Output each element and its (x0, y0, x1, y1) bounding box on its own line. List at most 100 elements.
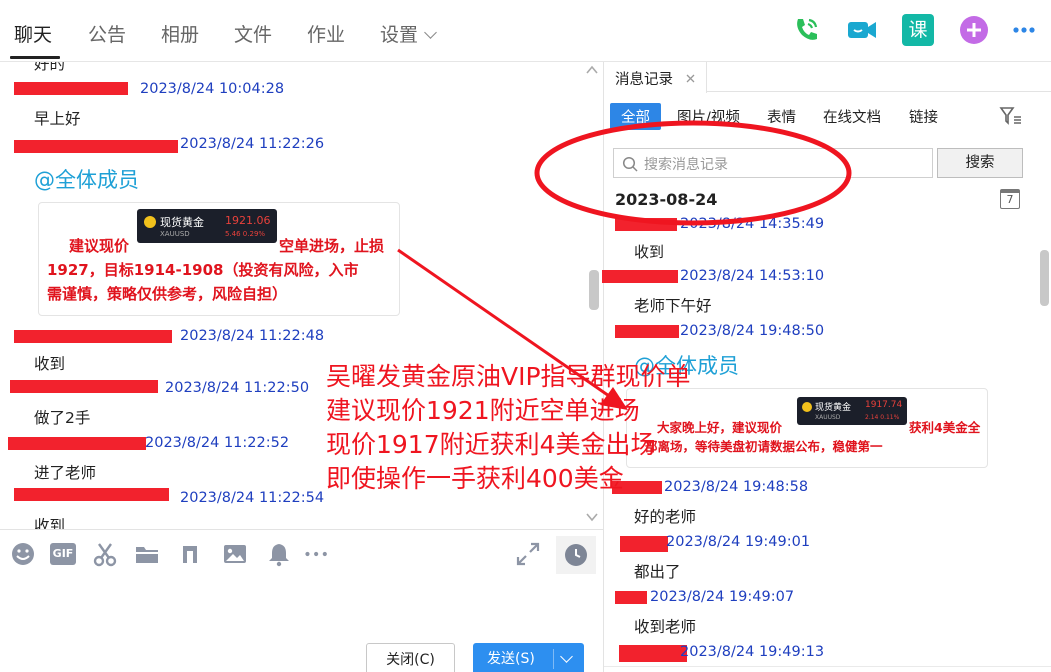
history-message-text: 收到老师 (634, 618, 697, 636)
more-dots-icon[interactable] (304, 541, 330, 567)
filter-tab-links[interactable]: 链接 (909, 106, 938, 127)
image-text-line3: 需谨慎，策略仅供参考，风险自担） (47, 285, 288, 303)
history-tab[interactable]: 消息记录 (604, 62, 707, 93)
gold-ticker-widget: 现货黄金 XAUUSD 1921.06 5.46 0.29% (137, 209, 277, 243)
history-timestamp: 2023/8/24 19:49:07 (650, 589, 795, 605)
redacted-sender (619, 645, 687, 662)
image-text-line2: 部离场，等待美盘初请数据公布，稳健第一 (645, 439, 883, 454)
tab-settings[interactable]: 设置 (380, 20, 437, 47)
tab-homework[interactable]: 作业 (307, 20, 345, 47)
history-timestamp: 2023/8/24 19:48:50 (680, 323, 825, 339)
chat-scroll-thumb[interactable] (589, 270, 599, 310)
send-split-divider (553, 649, 554, 669)
message-timestamp: 2023/8/24 11:22:26 (180, 136, 325, 152)
image-text-line1: 获利4美金全 (909, 420, 981, 435)
search-input[interactable]: 搜索消息记录 (613, 148, 933, 178)
annotation-line-2: 建议现价1921附近空单进场 (326, 396, 640, 425)
image-text-lead: 建议现价 (69, 237, 130, 255)
send-button[interactable]: 发送(S) (473, 643, 584, 672)
filter-icon[interactable] (999, 106, 1023, 126)
history-message-text: 收到 (634, 243, 665, 261)
top-tab-bar: 聊天 公告 相册 文件 作业 设置 课 (0, 0, 1051, 62)
chat-message-text: 进了老师 (34, 464, 97, 482)
history-timestamp: 2023/8/24 19:49:01 (666, 534, 811, 550)
tab-announcement[interactable]: 公告 (88, 20, 126, 47)
redacted-sender (14, 488, 169, 501)
ticker-code: XAUUSD (815, 414, 841, 421)
annotation-line-3: 现价1917附近获利4美金出场 (326, 430, 656, 459)
calendar-icon[interactable]: 7 (1000, 189, 1020, 209)
annotation-line-1: 吴曜发黄金原油VIP指导群现价单 (326, 362, 691, 391)
gold-coin-icon (144, 216, 156, 228)
clock-icon (565, 544, 587, 566)
more-icon[interactable] (1010, 14, 1042, 46)
history-message-text: 好的老师 (634, 508, 697, 526)
filter-tab-media[interactable]: 图片/视频 (677, 106, 740, 127)
redacted-sender (14, 82, 128, 95)
history-toggle-button[interactable] (556, 536, 596, 574)
folder-icon[interactable] (134, 541, 160, 567)
search-placeholder: 搜索消息记录 (644, 157, 728, 173)
emoji-icon[interactable] (10, 541, 36, 567)
scissors-icon[interactable] (92, 541, 118, 567)
phone-icon[interactable] (790, 14, 822, 46)
message-timestamp: 2023/8/24 11:22:50 (165, 380, 310, 396)
message-timestamp: 2023/8/24 11:22:48 (180, 328, 325, 344)
chevron-down-icon (424, 26, 437, 39)
redacted-sender (615, 591, 647, 604)
chat-message-text: 收到 (34, 517, 66, 529)
message-timestamp: 2023/8/24 10:04:28 (140, 81, 285, 97)
filter-tab-all[interactable]: 全部 (610, 103, 661, 130)
image-message[interactable]: 现货黄金 XAUUSD 1921.06 5.46 0.29% 建议现价 空单进场… (38, 202, 400, 316)
image-text-line1: 空单进场，止损 (279, 237, 385, 255)
image-message[interactable]: 现货黄金 XAUUSD 1917.74 2.14 0.11% 大家晚上好，建议现… (626, 388, 988, 468)
course-icon[interactable]: 课 (902, 14, 934, 46)
image-icon[interactable] (222, 541, 248, 567)
active-tab-indicator (10, 56, 60, 59)
history-message-text: 老师下午好 (634, 297, 712, 315)
expand-icon[interactable] (515, 541, 541, 567)
history-footer-divider (604, 666, 1051, 667)
bell-icon[interactable] (266, 541, 292, 567)
ticker-price: 1921.06 (225, 214, 271, 227)
history-message-text: 都出了 (634, 563, 681, 581)
ticker-change: 5.46 0.29% (225, 230, 266, 238)
tab-settings-label: 设置 (380, 24, 419, 46)
chat-message-text: 收到 (34, 355, 66, 373)
message-timestamp: 2023/8/24 11:22:54 (180, 490, 325, 506)
ticker-name: 现货黄金 (815, 403, 852, 413)
music-icon[interactable] (177, 541, 203, 567)
redacted-sender (615, 325, 679, 338)
search-button[interactable]: 搜索 (937, 148, 1023, 178)
history-timestamp: 2023/8/24 19:49:13 (680, 644, 825, 660)
redacted-sender (620, 536, 668, 552)
history-scroll-thumb[interactable] (1040, 250, 1049, 306)
video-icon[interactable] (846, 14, 878, 46)
history-timestamp: 2023/8/24 14:53:10 (680, 268, 825, 284)
add-app-icon[interactable] (958, 14, 990, 46)
close-button[interactable]: 关闭(C) (366, 643, 455, 672)
ticker-change: 2.14 0.11% (865, 414, 900, 421)
message-timestamp: 2023/8/24 11:22:52 (145, 435, 290, 451)
gold-ticker-widget: 现货黄金 XAUUSD 1917.74 2.14 0.11% (797, 397, 907, 425)
chat-message-text: 做了2手 (34, 409, 91, 427)
close-icon[interactable] (686, 74, 695, 83)
filter-tab-docs[interactable]: 在线文档 (823, 106, 881, 127)
mention-all-members[interactable]: @全体成员 (34, 164, 139, 194)
gold-coin-icon (802, 402, 812, 412)
tab-album[interactable]: 相册 (161, 20, 199, 47)
filter-tab-stickers[interactable]: 表情 (767, 106, 796, 127)
redacted-sender (602, 270, 678, 283)
ticker-code: XAUUSD (160, 230, 190, 238)
redacted-sender (8, 437, 146, 450)
gif-icon[interactable]: GIF (50, 543, 76, 565)
history-timestamp: 2023/8/24 19:48:58 (664, 479, 809, 495)
chevron-down-icon[interactable] (560, 650, 573, 663)
search-icon (622, 156, 638, 172)
scroll-down-icon[interactable] (586, 513, 598, 523)
history-tab-title: 消息记录 (615, 72, 673, 88)
tab-files[interactable]: 文件 (234, 20, 272, 47)
send-button-label: 发送(S) (487, 651, 535, 667)
tab-chat[interactable]: 聊天 (14, 20, 52, 47)
chat-message-text: 早上好 (34, 110, 81, 128)
